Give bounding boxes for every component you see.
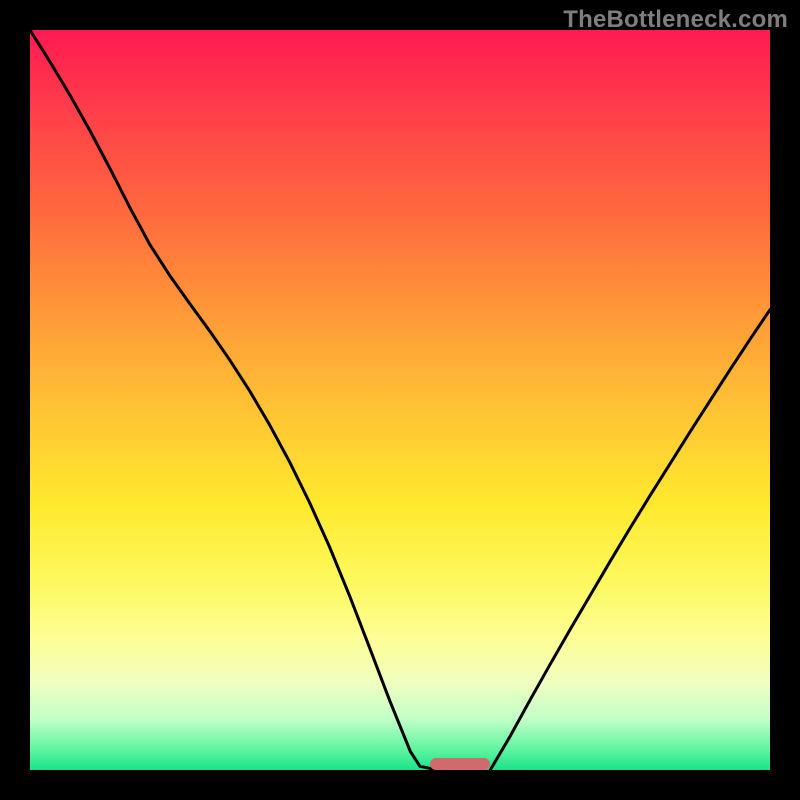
- plot-area: [30, 30, 770, 770]
- curve-left: [30, 30, 438, 770]
- chart-container: TheBottleneck.com: [0, 0, 800, 800]
- curve-svg: [30, 30, 770, 770]
- curve-right: [490, 310, 770, 770]
- bottleneck-marker: [430, 758, 490, 770]
